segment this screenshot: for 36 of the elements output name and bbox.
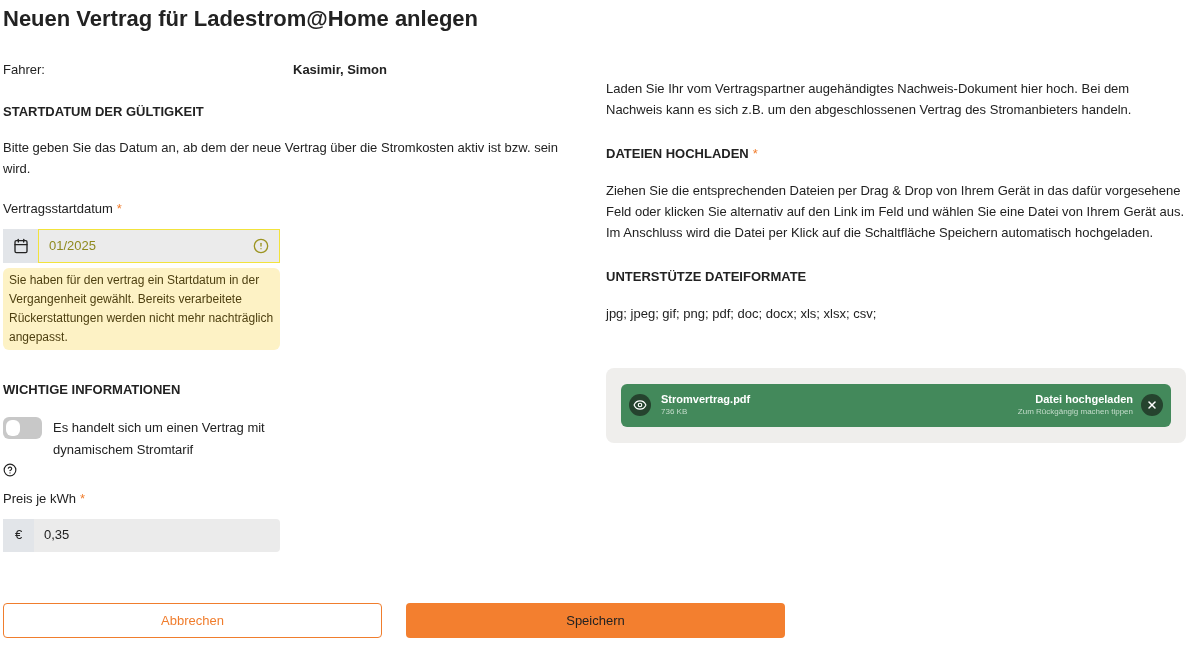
- upload-area[interactable]: Stromvertrag.pdf 736 KB Datei hochgeladen Zum Rückgängig machen tippen: [606, 367, 1186, 443]
- required-marker: *: [79, 490, 86, 508]
- help-icon[interactable]: [3, 463, 17, 477]
- price-field[interactable]: € 0,35: [3, 518, 280, 552]
- section-heading: STARTDATUM DER GÜLTIGKEIT: [3, 102, 205, 121]
- currency-prefix: €: [3, 518, 34, 552]
- page-title: Neuen Vertrag für Ladestrom@Home anlegen: [3, 6, 479, 32]
- file-size: 736 KB: [661, 406, 689, 418]
- save-button[interactable]: Speichern: [406, 603, 785, 638]
- remove-button[interactable]: [1141, 394, 1163, 416]
- section-heading: DATEIEN HOCHLADEN: [606, 145, 749, 163]
- driver-name: Kasimir, Simon: [293, 61, 387, 79]
- view-button[interactable]: [629, 394, 651, 416]
- required-marker: *: [752, 145, 758, 163]
- field-label: Vertragsstartdatum: [3, 200, 113, 218]
- section-heading: WICHTIGE INFORMATIONEN: [3, 380, 182, 399]
- close-icon: [1146, 399, 1158, 411]
- cancel-button[interactable]: Abbrechen: [3, 603, 382, 638]
- eye-icon: [633, 398, 647, 412]
- start-date-description: Bitte geben Sie das Datum an, ab dem der neue Vertrag über die Stromkosten aktiv ist bzw. sein wird.: [3, 139, 559, 178]
- toggle-switch[interactable]: [3, 417, 42, 439]
- warning-message: Sie haben für den vertrag ein Startdatum in der Vergangenheit gewählt. Bereits verarbeitete Rückerstattungen werden nicht mehr nachträglich angepasst.: [3, 267, 280, 350]
- upload-status: Datei hochgeladen: [1035, 392, 1133, 406]
- undo-hint: Zum Rückgängig machen tippen: [1017, 406, 1133, 418]
- driver-label: Fahrer:: [3, 61, 46, 79]
- file-formats: jpg; jpeg; gif; png; pdf; doc; docx; xls; xlsx; csv;: [606, 305, 878, 323]
- upload-intro: Laden Sie Ihr vom Vertragspartner augehändigtes Nachweis-Dokument hier hoch. Bei dem Nachweis kann es sich z.B. um den abgeschlossenen Vertrag des Stromanbieters handeln.: [606, 80, 1133, 119]
- toggle-label: Es handelt sich um einen Vertrag mit dynamischem Stromtarif: [53, 419, 266, 459]
- section-heading: UNTERSTÜTZE DATEIFORMATE: [606, 267, 808, 286]
- warning-icon: [253, 237, 269, 254]
- required-marker: *: [116, 200, 122, 218]
- file-name: Stromvertrag.pdf: [661, 392, 751, 406]
- date-field[interactable]: 01/2025: [3, 228, 280, 263]
- calendar-icon: [12, 237, 29, 254]
- field-label: Preis je kWh: [3, 490, 76, 508]
- upload-description: Ziehen Sie die entsprechenden Dateien per Drag & Drop von Ihrem Gerät in das dafür vorgesehene Feld oder klicken Sie alternativ auf den Link im Feld und wählen Sie eine Datei von Ihrem Gerät aus. Im Anschluss wird die Datei per Klick auf die Schaltfläche Speichern automatisch hochgeladen.: [606, 181, 1186, 242]
